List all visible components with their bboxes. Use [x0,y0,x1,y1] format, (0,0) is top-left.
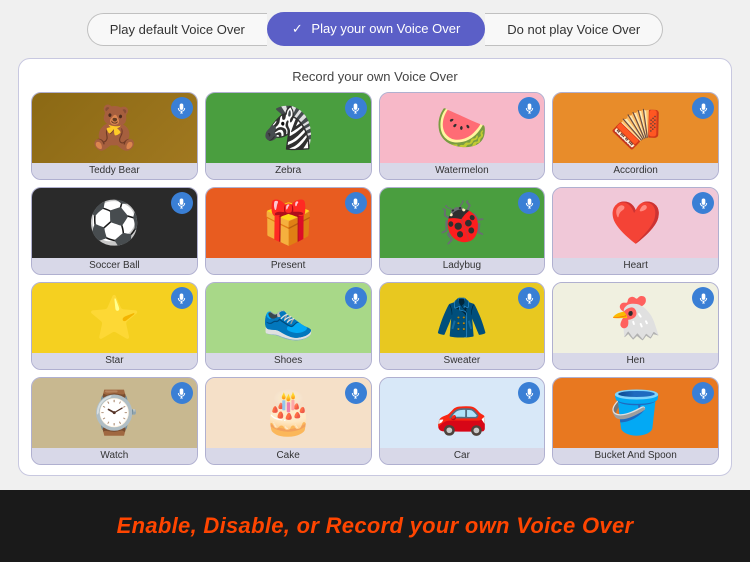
main-container: Play default Voice Over ✓ Play your own … [0,0,750,490]
check-icon: ✓ [292,21,303,37]
item-label-sweater: Sweater [380,353,545,369]
mic-button-present[interactable] [345,192,367,214]
item-card-present: 🎁 Present [205,187,372,275]
item-label-cake: Cake [206,448,371,464]
item-card-accordion: 🪗 Accordion [552,92,719,180]
item-card-ladybug: 🐞 Ladybug [379,187,546,275]
item-card-watermelon: 🍉 Watermelon [379,92,546,180]
item-card-star: ⭐ Star [31,282,198,370]
item-label-accordion: Accordion [553,163,718,179]
item-image-shoes: 👟 [206,283,371,353]
item-card-hen: 🐔 Hen [552,282,719,370]
mic-button-cake[interactable] [345,382,367,404]
bottom-text: Enable, Disable, or Record your own Voic… [117,513,634,539]
item-card-shoes: 👟 Shoes [205,282,372,370]
item-label-soccer-ball: Soccer Ball [32,258,197,274]
item-card-zebra: 🦓 Zebra [205,92,372,180]
item-image-present: 🎁 [206,188,371,258]
item-image-cake: 🎂 [206,378,371,448]
item-card-bucket: 🪣 Bucket And Spoon [552,377,719,465]
item-label-watch: Watch [32,448,197,464]
item-image-teddy-bear: 🧸 [32,93,197,163]
item-label-ladybug: Ladybug [380,258,545,274]
mic-button-teddy-bear[interactable] [171,97,193,119]
item-image-bucket: 🪣 [553,378,718,448]
items-grid: 🧸 Teddy Bear🦓 Zebra🍉 Watermelon🪗 Accordi… [31,92,719,465]
tab-none[interactable]: Do not play Voice Over [485,13,663,46]
item-label-present: Present [206,258,371,274]
item-image-watermelon: 🍉 [380,93,545,163]
item-image-zebra: 🦓 [206,93,371,163]
item-image-ladybug: 🐞 [380,188,545,258]
item-label-heart: Heart [553,258,718,274]
tab-own-label: Play your own Voice Over [311,21,460,36]
mic-button-zebra[interactable] [345,97,367,119]
tab-own[interactable]: ✓ Play your own Voice Over [267,12,485,46]
item-card-cake: 🎂 Cake [205,377,372,465]
mic-button-watch[interactable] [171,382,193,404]
mic-button-star[interactable] [171,287,193,309]
item-card-watch: ⌚ Watch [31,377,198,465]
item-image-watch: ⌚ [32,378,197,448]
mic-button-heart[interactable] [692,192,714,214]
item-label-watermelon: Watermelon [380,163,545,179]
item-label-bucket: Bucket And Spoon [553,448,718,464]
tab-bar: Play default Voice Over ✓ Play your own … [0,0,750,58]
item-label-star: Star [32,353,197,369]
item-label-teddy-bear: Teddy Bear [32,163,197,179]
mic-button-accordion[interactable] [692,97,714,119]
item-image-sweater: 🧥 [380,283,545,353]
mic-button-shoes[interactable] [345,287,367,309]
tab-default[interactable]: Play default Voice Over [87,13,267,46]
bottom-bar: Enable, Disable, or Record your own Voic… [0,490,750,562]
item-label-shoes: Shoes [206,353,371,369]
mic-button-soccer-ball[interactable] [171,192,193,214]
item-image-star: ⭐ [32,283,197,353]
item-image-heart: ❤️ [553,188,718,258]
item-image-car: 🚗 [380,378,545,448]
mic-button-bucket[interactable] [692,382,714,404]
item-card-heart: ❤️ Heart [552,187,719,275]
item-image-soccer-ball: ⚽ [32,188,197,258]
mic-button-hen[interactable] [692,287,714,309]
item-image-accordion: 🪗 [553,93,718,163]
panel-title: Record your own Voice Over [31,69,719,84]
item-image-hen: 🐔 [553,283,718,353]
item-card-teddy-bear: 🧸 Teddy Bear [31,92,198,180]
tab-none-label: Do not play Voice Over [507,22,640,37]
item-label-car: Car [380,448,545,464]
item-label-zebra: Zebra [206,163,371,179]
item-card-soccer-ball: ⚽ Soccer Ball [31,187,198,275]
tab-default-label: Play default Voice Over [110,22,245,37]
item-card-car: 🚗 Car [379,377,546,465]
item-card-sweater: 🧥 Sweater [379,282,546,370]
content-panel: Record your own Voice Over 🧸 Teddy Bear🦓… [18,58,732,476]
item-label-hen: Hen [553,353,718,369]
